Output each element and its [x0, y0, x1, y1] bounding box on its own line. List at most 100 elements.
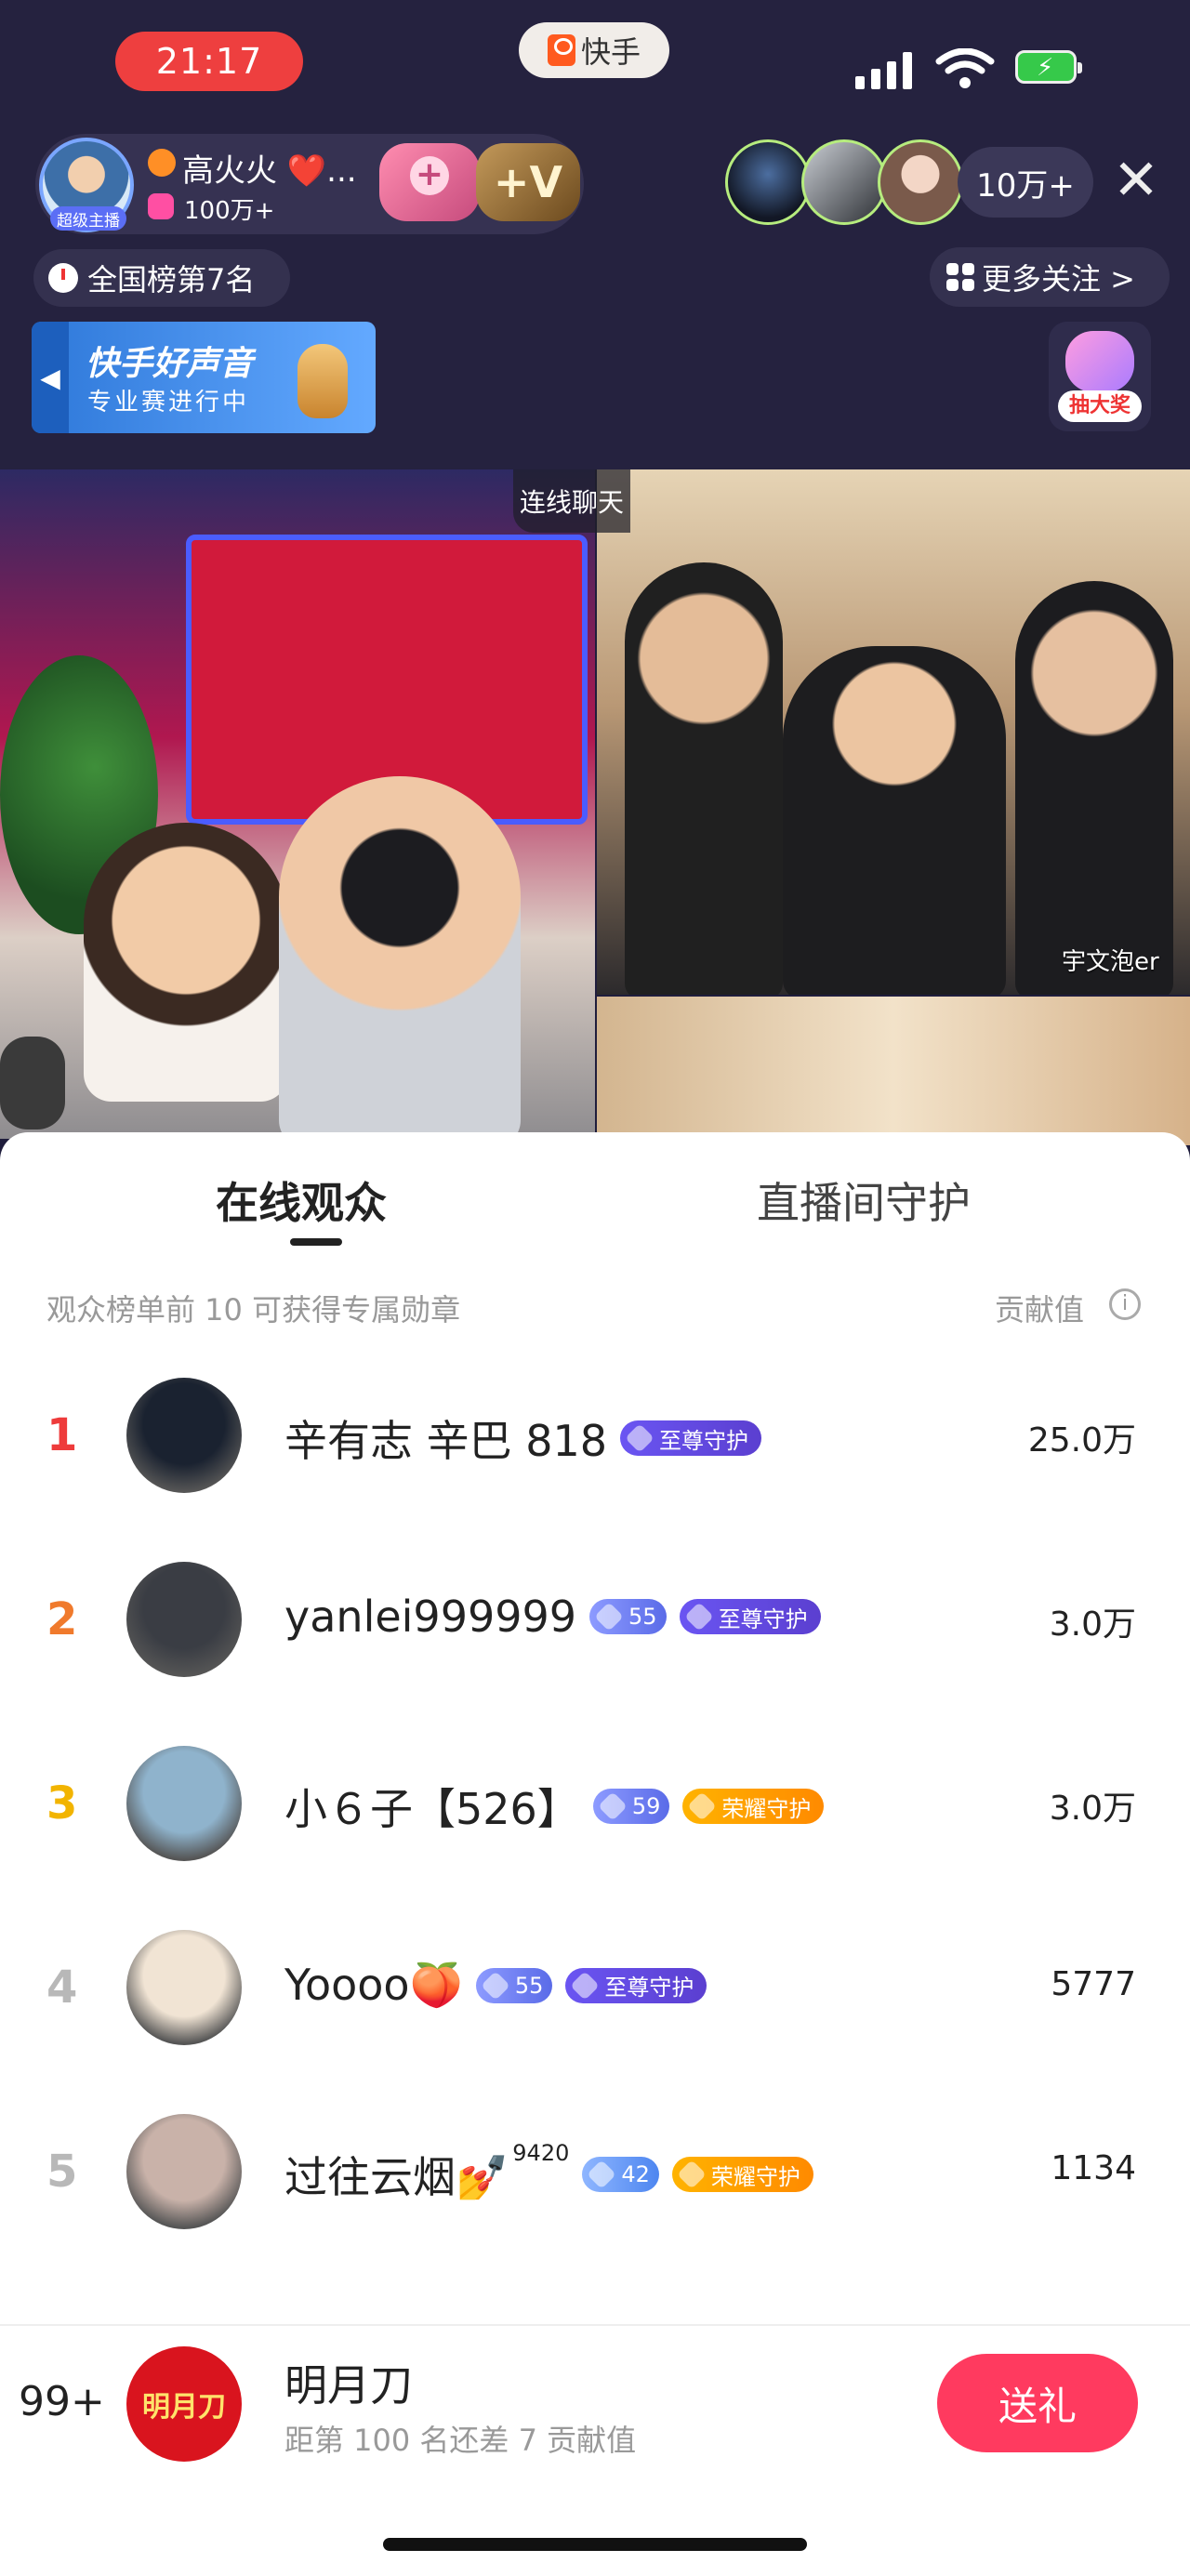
diamond-icon [594, 1602, 624, 1631]
follow-button[interactable]: + [379, 143, 480, 221]
contribution-value: 3.0万 [1049, 1605, 1136, 1644]
guest-figure [783, 646, 1006, 995]
lucky-draw-label: 抽大奖 [1058, 390, 1142, 422]
level-badge: 55 [589, 1599, 667, 1634]
level-value: 59 [631, 1793, 661, 1819]
user-name: Yoooo🍑 [284, 1960, 463, 2010]
heart-icon [148, 193, 174, 219]
guest-name: 宇文泡er [1062, 948, 1159, 976]
level-badge: 59 [592, 1789, 670, 1824]
tab-room-guard[interactable]: 直播间守护 [757, 1169, 971, 1231]
gift-cat-icon [1065, 331, 1134, 392]
tab-underline [290, 1238, 342, 1246]
banner-title: 快手好声音 [86, 345, 254, 383]
guest-video-stream[interactable] [597, 469, 1190, 995]
level-badge: 55 [475, 1967, 553, 2003]
status-time: 21:17 [115, 32, 303, 91]
host-video-stream[interactable] [0, 469, 595, 1139]
user-name-group[interactable]: 小６子【526】 59 荣耀守护 [284, 1776, 825, 1837]
user-avatar[interactable] [126, 2114, 242, 2229]
guest-video-stream-2[interactable] [597, 997, 1190, 1145]
level-value: 42 [621, 2161, 650, 2187]
level-value: 55 [628, 1604, 657, 1630]
crown-icon [676, 2160, 707, 2189]
level-badge: 42 [582, 2157, 659, 2192]
viewer-count-button[interactable]: 10万+ [958, 147, 1093, 218]
user-name-group[interactable]: 辛有志 辛巴 818 至尊守护 [284, 1407, 762, 1469]
app-name: 快手 [580, 34, 641, 70]
user-avatar[interactable] [126, 1746, 242, 1861]
user-avatar[interactable] [126, 1378, 242, 1493]
table-row[interactable]: 1 辛有志 辛巴 818 至尊守护 25.0万 [0, 1367, 1190, 1506]
user-name-group[interactable]: Yoooo🍑 55 至尊守护 [284, 1960, 707, 2011]
user-name: 辛有志 辛巴 818 [284, 1416, 608, 1466]
microphone [0, 1037, 65, 1129]
voice-contest-banner[interactable]: ◀ 快手好声音 专业赛进行中 [32, 322, 376, 433]
banner-subtitle: 专业赛进行中 [87, 389, 250, 416]
host-fans: 100万+ [184, 197, 275, 225]
tab-online-audience[interactable]: 在线观众 [216, 1169, 387, 1231]
my-rank: 99+ [19, 2378, 105, 2425]
user-superscript: 9420 [512, 2140, 570, 2166]
close-icon[interactable]: ✕ [1108, 152, 1164, 210]
top-viewer-avatar[interactable] [725, 139, 811, 225]
contribution-value: 3.0万 [1049, 1790, 1136, 1828]
guard-badge-label: 荣耀守护 [710, 2163, 800, 2190]
top-viewer-avatar[interactable] [801, 139, 887, 225]
contribution-label: 贡献值 [995, 1292, 1085, 1328]
crown-icon [683, 1602, 714, 1631]
signal-icon [855, 52, 912, 89]
user-name: yanlei999999 [284, 1592, 577, 1642]
user-name-group[interactable]: yanlei999999 55 至尊守护 [284, 1592, 821, 1642]
follow-plus-icon: + [410, 156, 449, 195]
user-avatar[interactable] [126, 1562, 242, 1677]
level-value: 55 [514, 1972, 544, 1999]
guard-badge: 至尊守护 [565, 1967, 707, 2003]
contribution-value: 1134 [1051, 2149, 1136, 2187]
microphone-icon [298, 344, 348, 418]
host-name[interactable]: 高火火 ❤️... [182, 145, 357, 191]
user-name: 小６子【526】 [284, 1784, 580, 1834]
streamer-figure [84, 823, 288, 1102]
kuaishou-logo-icon [547, 34, 575, 66]
guest-figure [1015, 581, 1173, 995]
wifi-icon [935, 48, 995, 88]
my-avatar[interactable]: 明月刀 [126, 2346, 242, 2462]
table-row[interactable]: 5 过往云烟💅 9420 42 荣耀守护 1134 [0, 2103, 1190, 2242]
rank-number: 5 [46, 2146, 78, 2198]
streamer-figure [279, 776, 521, 1139]
home-indicator[interactable] [383, 2538, 807, 2551]
link-chat-tag: 连线聊天 [513, 469, 630, 533]
ranking-hint: 观众榜单前 10 可获得专属勋章 [46, 1292, 461, 1328]
national-rank-label: 全国榜第7名 [87, 262, 256, 297]
guard-badge: 至尊守护 [620, 1420, 762, 1456]
collapse-arrow-icon[interactable]: ◀ [32, 322, 69, 433]
top-viewer-avatar[interactable] [878, 139, 963, 225]
guard-badge-label: 至尊守护 [718, 1605, 808, 1632]
table-row[interactable]: 4 Yoooo🍑 55 至尊守护 5777 [0, 1919, 1190, 2058]
crown-icon [625, 1423, 654, 1453]
fan-club-button[interactable]: +V [476, 143, 580, 221]
more-follow-button[interactable]: 更多关注 > [930, 247, 1170, 307]
app-indicator[interactable]: 快手 [519, 22, 669, 78]
national-rank-badge[interactable]: 全国榜第7名 [33, 249, 290, 307]
rank-number: 1 [46, 1409, 78, 1461]
my-name: 明月刀 [284, 2360, 413, 2411]
host-tag: 超级主播 [50, 206, 126, 231]
guard-badge-label: 至尊守护 [659, 1427, 749, 1454]
lucky-draw-button[interactable]: 抽大奖 [1049, 322, 1151, 431]
music-note-icon [148, 149, 176, 177]
rank-number: 4 [46, 1962, 78, 2014]
user-name-group[interactable]: 过往云烟💅 9420 42 荣耀守护 [284, 2140, 813, 2205]
info-icon[interactable]: i [1109, 1288, 1141, 1320]
table-row[interactable]: 2 yanlei999999 55 至尊守护 3.0万 [0, 1551, 1190, 1690]
diamond-icon [480, 1970, 510, 2001]
guard-badge: 荣耀守护 [671, 2157, 813, 2192]
more-follow-label: 更多关注 > [982, 261, 1135, 297]
diamond-icon [587, 2160, 617, 2189]
user-avatar[interactable] [126, 1930, 242, 2045]
table-row[interactable]: 3 小６子【526】 59 荣耀守护 3.0万 [0, 1735, 1190, 1874]
guard-badge-label: 荣耀守护 [721, 1795, 812, 1822]
send-gift-button[interactable]: 送礼 [937, 2354, 1138, 2452]
battery-icon: ⚡ [1015, 50, 1082, 84]
